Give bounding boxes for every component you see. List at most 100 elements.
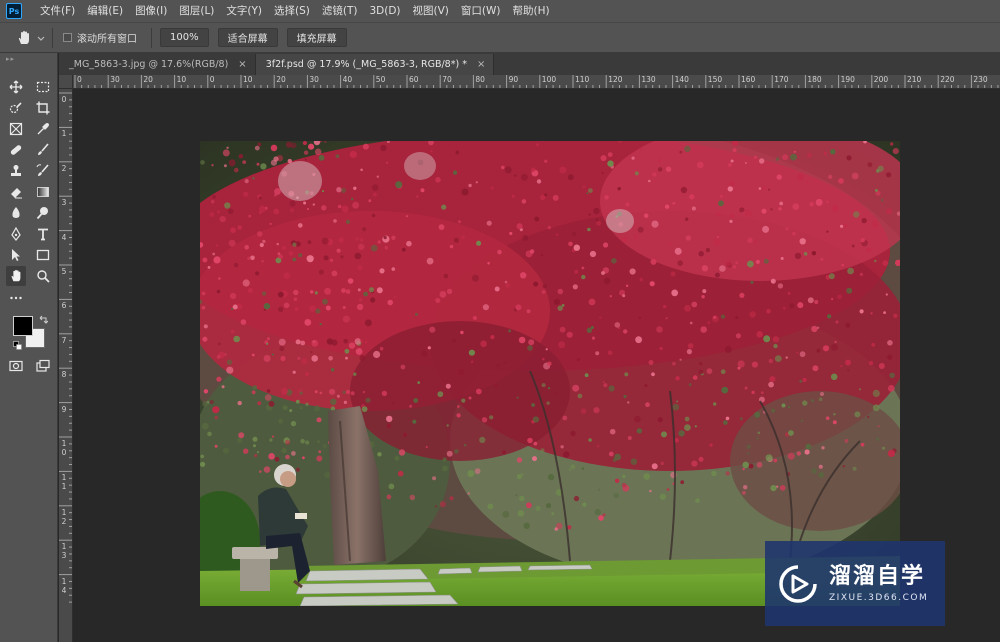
ruler-tick-label: 0: [61, 95, 67, 104]
marquee-tool-icon[interactable]: [33, 77, 53, 97]
divider: [52, 27, 53, 48]
ruler-tick-label: 1 0: [61, 439, 67, 457]
dodge-tool-icon[interactable]: [33, 203, 53, 223]
ruler-tick-label: 150: [707, 75, 723, 84]
divider: [151, 27, 152, 48]
panel-grip-icon[interactable]: ▸▸: [6, 55, 15, 63]
more-tools-icon[interactable]: [6, 288, 26, 308]
menu-type[interactable]: 文字(Y): [220, 0, 268, 22]
ruler-tick-label: 160: [741, 75, 756, 84]
ruler-tick-label: 6: [61, 301, 67, 311]
ruler-tick-label: 40: [342, 75, 353, 84]
ruler-tick-label: 10: [243, 75, 253, 84]
ruler-tick-label: 30: [110, 75, 120, 84]
quick-select-tool-icon[interactable]: [6, 98, 26, 118]
ruler-tick-label: 9: [61, 404, 67, 414]
ruler-tick-label: 190: [840, 75, 855, 84]
default-colors-icon[interactable]: [13, 341, 22, 350]
swap-colors-icon[interactable]: [38, 315, 48, 325]
ruler-tick-label: 70: [442, 75, 452, 84]
blossom-tree-photo: [200, 141, 900, 606]
fill-screen-button[interactable]: 填充屏幕: [286, 28, 347, 47]
ruler-tick-label: 10: [176, 75, 187, 84]
path-selection-tool-icon[interactable]: [6, 245, 26, 265]
frame-tool-icon[interactable]: [6, 119, 26, 139]
menu-filter[interactable]: 滤镜(T): [316, 0, 364, 22]
fit-screen-button[interactable]: 适合屏幕: [217, 28, 278, 47]
menu-edit[interactable]: 编辑(E): [81, 0, 129, 22]
ruler-tick-label: 180: [807, 75, 822, 84]
healing-brush-tool-icon[interactable]: [6, 140, 26, 160]
menu-select[interactable]: 选择(S): [268, 0, 316, 22]
zoom-100-button[interactable]: 100%: [160, 28, 209, 47]
brush-tool-icon[interactable]: [33, 140, 53, 160]
hand-tool-preset-icon[interactable]: [14, 28, 34, 48]
ruler-tick-label: 170: [774, 75, 789, 84]
watermark-subtitle: ZIXUE.3D66.COM: [829, 593, 929, 603]
close-icon[interactable]: ×: [477, 59, 485, 70]
menu-help[interactable]: 帮助(H): [507, 0, 556, 22]
menu-image[interactable]: 图像(I): [129, 0, 173, 22]
play-logo-icon: [779, 564, 817, 603]
tool-panel: ▸▸: [0, 53, 58, 642]
canvas-image[interactable]: [200, 141, 900, 606]
ruler-tick-label: 5: [61, 267, 67, 276]
ruler-tick-label: 1 2: [61, 507, 67, 526]
type-tool-icon[interactable]: [33, 224, 53, 244]
ruler-tick-label: 110: [575, 75, 590, 84]
site-watermark: 溜溜自学 ZIXUE.3D66.COM: [765, 541, 945, 626]
ruler-tick-label: 2: [61, 163, 67, 173]
ruler-tick-label: 0: [77, 75, 82, 84]
foreground-color-swatch[interactable]: [13, 316, 33, 336]
ruler-origin[interactable]: [59, 75, 73, 89]
vertical-ruler[interactable]: 0 1 2 3 4 5 6 7 8 9 1 0 1 1 1 2 1 3 1 4: [59, 89, 73, 642]
menu-3d[interactable]: 3D(D): [363, 0, 406, 22]
zoom-tool-icon[interactable]: [33, 266, 53, 286]
chevron-down-icon[interactable]: [36, 33, 46, 43]
ruler-tick-label: 220: [940, 75, 955, 84]
horizontal-ruler[interactable]: 0 30 20 10 0 10 20 30 40 50 60 70 80 90 100 110 120 130 14…: [73, 75, 1000, 89]
quick-mask-icon[interactable]: [6, 356, 26, 376]
ruler-tick-label: 20: [143, 75, 153, 84]
close-icon[interactable]: ×: [238, 59, 246, 70]
hand-tool-icon[interactable]: [6, 266, 26, 286]
ruler-tick-label: 1: [61, 129, 67, 139]
ruler-tick-label: 50: [375, 75, 386, 84]
history-brush-tool-icon[interactable]: [33, 161, 53, 181]
ruler-tick-label: 120: [608, 75, 623, 84]
ruler-tick-label: 60: [409, 75, 419, 84]
blur-tool-icon[interactable]: [6, 203, 26, 223]
ruler-tick-label: 20: [276, 75, 286, 84]
clone-stamp-tool-icon[interactable]: [6, 161, 26, 181]
ruler-tick-label: 80: [475, 75, 485, 84]
gradient-tool-icon[interactable]: [33, 182, 53, 202]
menu-file[interactable]: 文件(F): [34, 0, 81, 22]
ruler-tick-label: 230: [973, 75, 988, 84]
scroll-all-windows-checkbox[interactable]: [63, 33, 72, 42]
tab-mg-5863-jpg[interactable]: _MG_5863-3.jpg @ 17.6%(RGB/8) ×: [59, 54, 256, 75]
tab-label: _MG_5863-3.jpg @ 17.6%(RGB/8): [69, 59, 229, 70]
ruler-tick-label: 3: [61, 198, 67, 208]
move-tool-icon[interactable]: [6, 77, 26, 97]
scroll-all-windows-label: 滚动所有窗口: [77, 34, 137, 45]
tab-3f2f-psd[interactable]: 3f2f.psd @ 17.9% (_MG_5863-3, RGB/8*) * …: [255, 54, 495, 75]
ruler-tick-label: 4: [61, 232, 67, 242]
menu-view[interactable]: 视图(V): [407, 0, 455, 22]
eraser-tool-icon[interactable]: [6, 182, 26, 202]
menu-window[interactable]: 窗口(W): [455, 0, 507, 22]
ruler-tick-label: 100: [541, 75, 557, 84]
pen-tool-icon[interactable]: [6, 224, 26, 244]
document-tab-bar: _MG_5863-3.jpg @ 17.6%(RGB/8) × 3f2f.psd…: [59, 53, 1000, 75]
ruler-tick-label: 1 4: [61, 576, 67, 595]
ruler-tick-label: 8: [61, 370, 67, 380]
menu-layer[interactable]: 图层(L): [173, 0, 220, 22]
eyedropper-tool-icon[interactable]: [33, 119, 53, 139]
options-bar: 滚动所有窗口 100% 适合屏幕 填充屏幕: [0, 22, 1000, 53]
ruler-tick-label: 200: [873, 75, 889, 84]
crop-tool-icon[interactable]: [33, 98, 53, 118]
screen-mode-icon[interactable]: [33, 356, 53, 376]
tab-label: 3f2f.psd @ 17.9% (_MG_5863-3, RGB/8*) *: [265, 59, 467, 70]
rectangle-tool-icon[interactable]: [33, 245, 53, 265]
photoshop-logo[interactable]: Ps: [6, 3, 22, 19]
menu-bar: Ps 文件(F) 编辑(E) 图像(I) 图层(L) 文字(Y) 选择(S) 滤…: [0, 0, 1000, 22]
